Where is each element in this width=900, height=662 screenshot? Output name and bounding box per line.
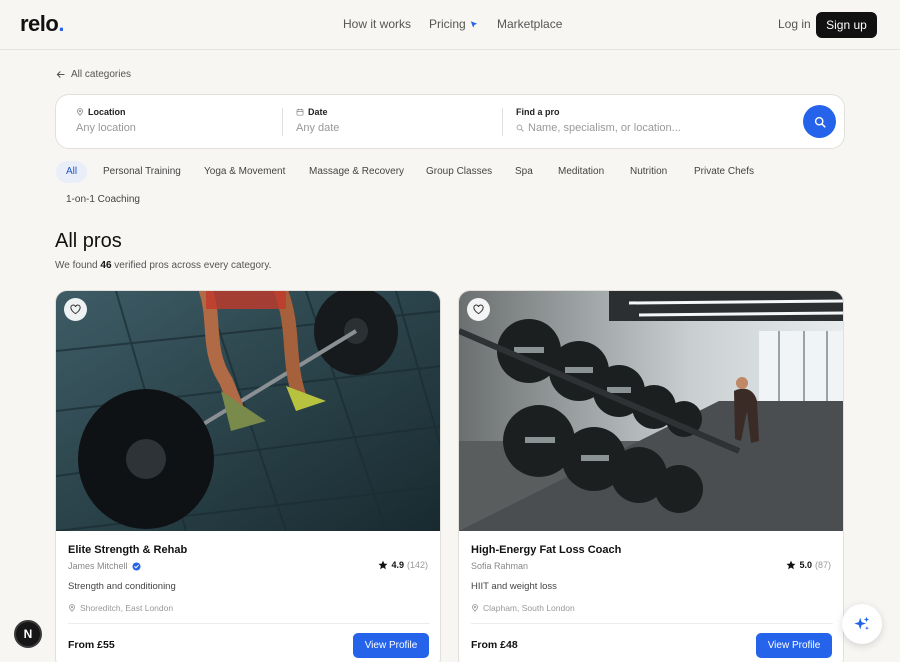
- rating-value: 4.9: [391, 560, 404, 570]
- card-photo-barbell: [56, 291, 440, 531]
- card-title[interactable]: High-Energy Fat Loss Coach: [471, 544, 621, 556]
- results-summary-prefix: We found: [55, 260, 101, 271]
- nav-how-it-works[interactable]: How it works: [343, 17, 429, 31]
- assistant-button[interactable]: [842, 604, 882, 644]
- star-icon: [378, 560, 388, 570]
- category-chip-nutrition[interactable]: Nutrition: [620, 161, 677, 183]
- dev-tools-badge[interactable]: N: [14, 620, 42, 648]
- search-icon: [516, 124, 524, 132]
- category-chip-group-classes[interactable]: Group Classes: [416, 161, 502, 183]
- heart-icon: [70, 304, 81, 315]
- card-rating: 5.0 (87): [786, 560, 831, 570]
- location-value: Any location: [76, 122, 136, 134]
- pro-name-text: Sofia Rahman: [471, 561, 529, 571]
- login-link[interactable]: Log in: [778, 17, 811, 31]
- top-navigation-bar: relo. How it works Pricing Marketplace L…: [0, 0, 900, 50]
- category-chip-massage-recovery[interactable]: Massage & Recovery: [299, 161, 414, 183]
- results-count: 46: [100, 260, 112, 271]
- search-button[interactable]: [803, 105, 836, 138]
- category-chip-personal-training[interactable]: Personal Training: [93, 161, 191, 183]
- review-count: (142): [406, 560, 428, 570]
- calendar-icon: [296, 108, 304, 116]
- search-bar: Location Any location Date Any date Find…: [55, 94, 845, 149]
- card-specialism: Strength and conditioning: [68, 581, 176, 592]
- review-count: (87): [814, 560, 831, 570]
- view-profile-button[interactable]: View Profile: [353, 633, 429, 658]
- date-field[interactable]: Date Any date: [296, 107, 339, 134]
- category-chip-spa[interactable]: Spa: [505, 161, 543, 183]
- card-location: Clapham, South London: [471, 603, 575, 613]
- main-nav: How it works Pricing Marketplace: [343, 17, 567, 31]
- location-field[interactable]: Location Any location: [76, 107, 136, 134]
- favorite-button[interactable]: [64, 298, 87, 321]
- find-pro-field[interactable]: Find a pro Name, specialism, or location…: [516, 107, 681, 134]
- logo-text: relo: [20, 11, 59, 36]
- relo-logo[interactable]: relo.: [20, 11, 64, 37]
- pro-card[interactable]: High-Energy Fat Loss Coach Sofia Rahman …: [458, 290, 844, 662]
- card-pro-name: Sofia Rahman: [471, 561, 528, 571]
- nav-pricing[interactable]: Pricing: [429, 17, 497, 31]
- category-chip-1-on-1-coaching[interactable]: 1-on-1 Coaching: [56, 189, 150, 211]
- search-divider: [282, 108, 283, 136]
- category-chip-meditation[interactable]: Meditation: [548, 161, 614, 183]
- card-photo-dumbbell-rack: [459, 291, 843, 531]
- card-price: From £55: [68, 639, 115, 651]
- location-text: Shoreditch, East London: [80, 603, 174, 613]
- card-specialism: HIIT and weight loss: [471, 581, 557, 592]
- card-divider: [471, 623, 833, 624]
- search-icon: [814, 116, 826, 128]
- pro-name-text: James Mitchell: [68, 561, 128, 571]
- find-pro-input[interactable]: Name, specialism, or location...: [528, 122, 681, 134]
- back-link-label: All categories: [71, 69, 132, 80]
- date-value: Any date: [296, 122, 340, 134]
- arrow-left-icon: [56, 71, 65, 78]
- card-price: From £48: [471, 639, 518, 651]
- nav-marketplace[interactable]: Marketplace: [497, 17, 567, 31]
- card-pro-name: James Mitchell: [68, 561, 141, 571]
- card-rating: 4.9 (142): [378, 560, 428, 570]
- star-icon: [786, 560, 796, 570]
- results-summary: We found 46 verified pros across every c…: [55, 260, 271, 271]
- favorite-button[interactable]: [467, 298, 490, 321]
- date-label: Date: [308, 107, 328, 117]
- sparkle-icon: [854, 616, 870, 631]
- card-title[interactable]: Elite Strength & Rehab: [68, 544, 187, 556]
- signup-button[interactable]: Sign up: [816, 12, 877, 38]
- map-pin-icon: [472, 604, 478, 612]
- verified-badge-icon: [131, 561, 141, 571]
- logo-dot: .: [58, 11, 64, 36]
- search-divider: [502, 108, 503, 136]
- view-profile-button[interactable]: View Profile: [756, 633, 832, 658]
- map-pin-icon: [77, 108, 83, 116]
- nav-pricing-label: Pricing: [429, 17, 466, 31]
- location-label: Location: [88, 107, 126, 117]
- card-location: Shoreditch, East London: [68, 603, 173, 613]
- category-chip-all[interactable]: All: [56, 161, 88, 183]
- location-text: Clapham, South London: [483, 603, 575, 613]
- heart-icon: [473, 304, 484, 315]
- find-pro-label: Find a pro: [516, 107, 560, 117]
- category-chip-yoga-movement[interactable]: Yoga & Movement: [194, 161, 295, 183]
- page-title: All pros: [55, 230, 122, 252]
- map-pin-icon: [69, 604, 75, 612]
- rating-value: 5.0: [799, 560, 812, 570]
- results-summary-suffix: verified pros across every category.: [111, 260, 272, 271]
- back-to-categories-link[interactable]: All categories: [56, 69, 131, 80]
- pro-card[interactable]: Elite Strength & Rehab James Mitchell 4.…: [55, 290, 441, 662]
- category-chip-private-chefs[interactable]: Private Chefs: [684, 161, 764, 183]
- card-divider: [68, 623, 430, 624]
- cursor-arrow-icon: [470, 20, 477, 28]
